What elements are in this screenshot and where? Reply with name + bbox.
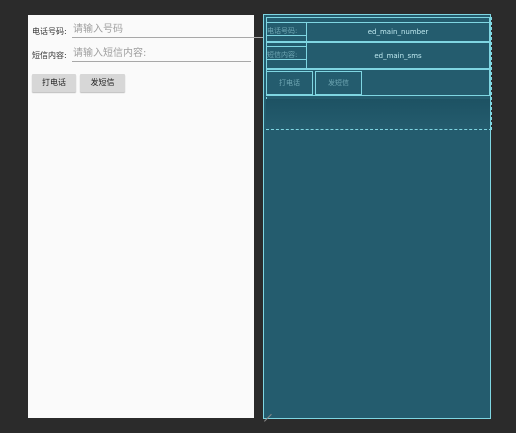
blueprint-surface: 电话号码: ed_main_number 短信内容: ed_main_sms 打… [263, 14, 492, 419]
blueprint-sms-button[interactable]: 发短信 [315, 71, 362, 95]
blueprint-call-button[interactable]: 打电话 [266, 71, 313, 95]
blueprint-shadow [266, 99, 490, 129]
send-sms-button[interactable]: 发短信 [80, 74, 125, 92]
phone-row: 电话号码: 请输入号码 [28, 23, 280, 43]
blueprint-sms-button-label: 发短信 [328, 79, 349, 87]
phone-number-input[interactable]: 请输入号码 [72, 23, 280, 38]
blueprint-sms-input[interactable]: ed_main_sms [306, 42, 490, 69]
phone-label: 电话号码: [32, 27, 67, 36]
blueprint-phone-label-box[interactable]: 电话号码: [266, 22, 307, 36]
blueprint-sms-id: ed_main_sms [374, 51, 422, 60]
sms-label: 短信内容: [32, 51, 67, 60]
blueprint-sms-label: 短信内容: [267, 51, 298, 59]
sms-row: 短信内容: 请输入短信内容: [28, 47, 254, 67]
blueprint-phone-input[interactable]: ed_main_number [306, 22, 490, 42]
blueprint-phone-id: ed_main_number [367, 28, 429, 36]
sms-content-input[interactable]: 请输入短信内容: [72, 47, 251, 62]
design-surface: 电话号码: 请输入号码 短信内容: 请输入短信内容: 打电话 发短信 [28, 15, 280, 418]
blueprint-phone-label: 电话号码: [267, 27, 298, 35]
blueprint-call-label: 打电话 [279, 79, 300, 87]
call-button[interactable]: 打电话 [32, 74, 76, 92]
blueprint-sms-label-box[interactable]: 短信内容: [266, 46, 307, 60]
